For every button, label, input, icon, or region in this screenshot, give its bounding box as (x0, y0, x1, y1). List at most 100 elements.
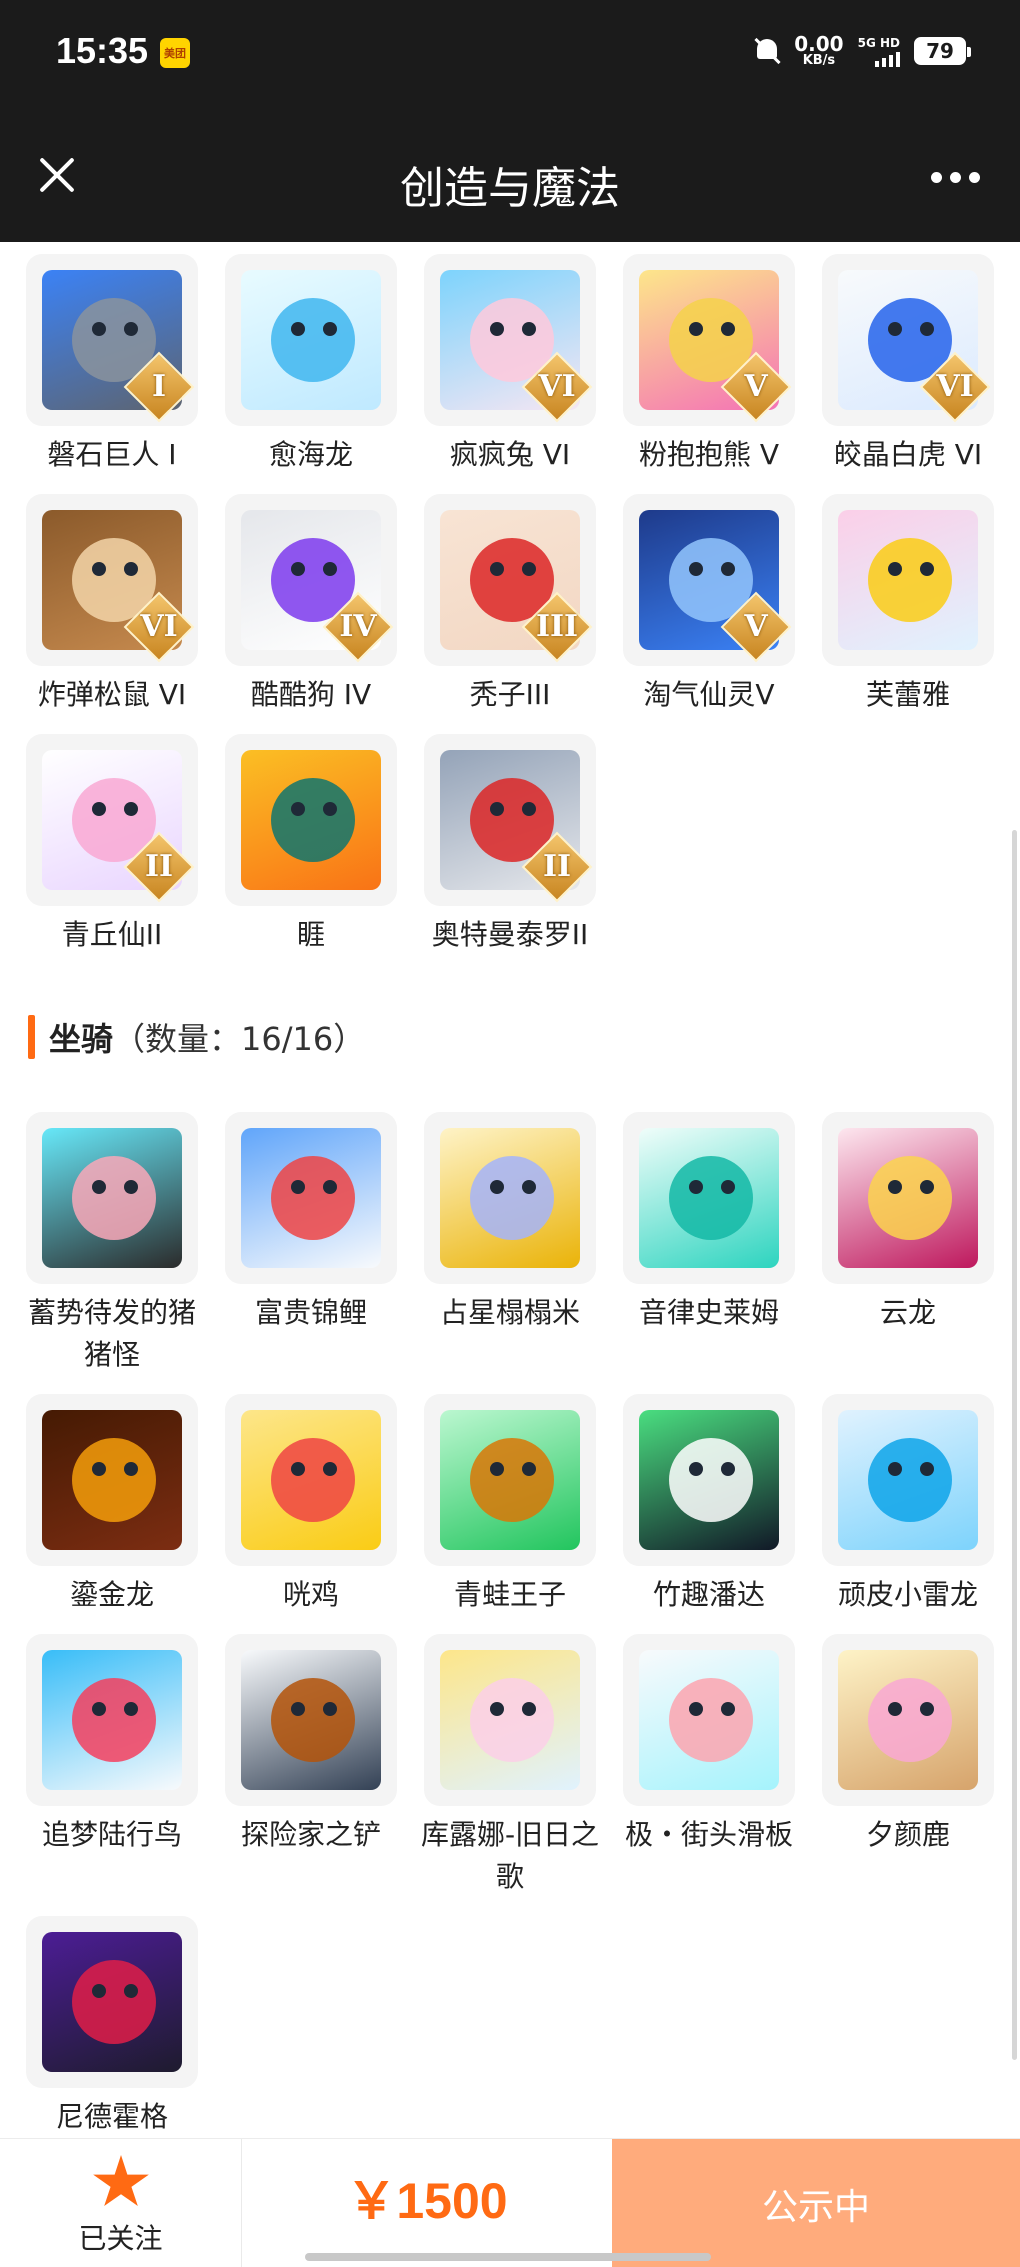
pet-name: 酷酷狗 IV (250, 678, 372, 711)
signal-indicator: 5G HD (858, 36, 900, 67)
scrollbar[interactable] (1012, 830, 1017, 2060)
mount-thumbnail (225, 1634, 397, 1806)
tier-badge-text: II (542, 849, 572, 884)
content-area[interactable]: I 磐石巨人 I 愈海龙 VI 疯疯兔 VI V 粉抱抱熊 V VI 皎晶白虎 VI VI 炸弹松鼠… (0, 242, 1020, 2138)
pet-item[interactable]: 芙蕾雅 (808, 494, 1008, 716)
mount-item[interactable]: 探险家之铲 (211, 1634, 411, 1856)
mount-image (42, 1932, 182, 2072)
pet-image (838, 510, 978, 650)
pet-item[interactable]: V 淘气仙灵V (609, 494, 809, 716)
pet-thumbnail (822, 494, 994, 666)
mount-image (241, 1128, 381, 1268)
mount-name: 探险家之铲 (240, 1818, 381, 1851)
mount-item[interactable]: 鎏金龙 (12, 1394, 212, 1616)
mount-item[interactable]: 青蛙王子 (410, 1394, 610, 1616)
mount-name: 富贵锦鲤 (254, 1296, 367, 1329)
pet-image (241, 750, 381, 890)
home-indicator[interactable] (305, 2253, 711, 2261)
pet-item[interactable]: IV 酷酷狗 IV (211, 494, 411, 716)
pet-thumbnail: VI (822, 254, 994, 426)
battery-level: 79 (926, 39, 954, 63)
network-speed-unit: KB/s (802, 53, 836, 68)
mount-image (838, 1650, 978, 1790)
pet-name: 奥特曼泰罗II (431, 918, 589, 951)
mount-image (639, 1410, 779, 1550)
network-type: 5G HD (857, 35, 900, 50)
bottom-action-bar: 已关注 ￥1500 公示中 (0, 2138, 1020, 2267)
mount-item[interactable]: 库露娜-旧日之歌 (410, 1634, 610, 1898)
pet-thumbnail: VI (424, 254, 596, 426)
mount-image (241, 1410, 381, 1550)
section-accent-bar (28, 1015, 35, 1059)
pet-name: 愈海龙 (268, 438, 353, 471)
page-title: 创造与魔法 (400, 163, 620, 214)
pet-item[interactable]: VI 炸弹松鼠 VI (12, 494, 212, 716)
mount-name: 鎏金龙 (69, 1578, 154, 1611)
mount-image (639, 1128, 779, 1268)
follow-button[interactable]: 已关注 (0, 2139, 242, 2267)
pet-item[interactable]: VI 疯疯兔 VI (410, 254, 610, 476)
mount-item[interactable]: 竹趣潘达 (609, 1394, 809, 1616)
pet-thumbnail: I (26, 254, 198, 426)
pet-item[interactable]: II 青丘仙II (12, 734, 212, 956)
mount-thumbnail (26, 1634, 198, 1806)
mount-name: 音律史莱姆 (638, 1296, 779, 1329)
pet-thumbnail: II (26, 734, 198, 906)
pet-name: 青丘仙II (61, 918, 163, 951)
mount-thumbnail (424, 1394, 596, 1566)
price: ￥1500 (346, 2173, 508, 2229)
mount-image (838, 1128, 978, 1268)
mount-name: 尼德霍格 (55, 2100, 168, 2133)
pet-name: 粉抱抱熊 V (638, 438, 780, 471)
mount-image (440, 1650, 580, 1790)
mount-name: 极・街头滑板 (624, 1818, 793, 1851)
meituan-app-icon: 美团 (160, 38, 190, 68)
mount-name: 竹趣潘达 (652, 1578, 765, 1611)
pet-item[interactable]: I 磐石巨人 I (12, 254, 212, 476)
more-options-icon[interactable] (931, 172, 980, 183)
mount-item[interactable]: 占星榻榻米 (410, 1112, 610, 1334)
mount-image (639, 1650, 779, 1790)
mount-item[interactable]: 蓄势待发的猪猪怪 (12, 1112, 212, 1376)
mount-thumbnail (822, 1634, 994, 1806)
pet-item[interactable]: V 粉抱抱熊 V (609, 254, 809, 476)
public-notice-button[interactable]: 公示中 (612, 2139, 1020, 2267)
pet-item[interactable]: II 奥特曼泰罗II (410, 734, 610, 956)
mount-name: 库露娜-旧日之歌 (420, 1818, 600, 1893)
app-screen: 15:35 美团 0.00 KB/s 5G HD 79 创造与魔法 I 磐石巨人 … (0, 0, 1020, 2267)
mount-item[interactable]: 追梦陆行鸟 (12, 1634, 212, 1856)
mount-item[interactable]: 云龙 (808, 1112, 1008, 1334)
mount-item[interactable]: 尼德霍格 (12, 1916, 212, 2138)
tier-badge-text: III (535, 609, 579, 644)
pet-item[interactable]: 睚 (211, 734, 411, 956)
mount-name: 追梦陆行鸟 (41, 1818, 182, 1851)
battery-icon: 79 (914, 37, 971, 65)
mount-item[interactable]: 顽皮小雷龙 (808, 1394, 1008, 1616)
pet-name: 淘气仙灵V (643, 678, 775, 711)
mounts-section-header: 坐骑 （数量：16/16） (28, 1014, 365, 1060)
pet-thumbnail: II (424, 734, 596, 906)
mount-item[interactable]: 咣鸡 (211, 1394, 411, 1616)
mount-thumbnail (623, 1112, 795, 1284)
mount-item[interactable]: 夕颜鹿 (808, 1634, 1008, 1856)
pet-item[interactable]: 愈海龙 (211, 254, 411, 476)
mount-item[interactable]: 极・街头滑板 (609, 1634, 809, 1856)
pet-name: 炸弹松鼠 VI (37, 678, 187, 711)
mount-item[interactable]: 富贵锦鲤 (211, 1112, 411, 1334)
tier-badge-text: VI (140, 609, 178, 644)
mount-thumbnail (26, 1112, 198, 1284)
mount-thumbnail (822, 1394, 994, 1566)
pet-item[interactable]: III 秃子III (410, 494, 610, 716)
follow-label: 已关注 (78, 2222, 163, 2255)
mount-thumbnail (623, 1394, 795, 1566)
status-time: 15:35 (56, 30, 149, 71)
mount-image (241, 1650, 381, 1790)
mount-name: 占星榻榻米 (439, 1296, 580, 1329)
mount-thumbnail (424, 1634, 596, 1806)
mount-item[interactable]: 音律史莱姆 (609, 1112, 809, 1334)
pet-name: 皎晶白虎 VI (833, 438, 983, 471)
pet-item[interactable]: VI 皎晶白虎 VI (808, 254, 1008, 476)
mount-name: 蓄势待发的猪猪怪 (27, 1296, 196, 1371)
pet-name: 疯疯兔 VI (449, 438, 571, 471)
mount-thumbnail (424, 1112, 596, 1284)
